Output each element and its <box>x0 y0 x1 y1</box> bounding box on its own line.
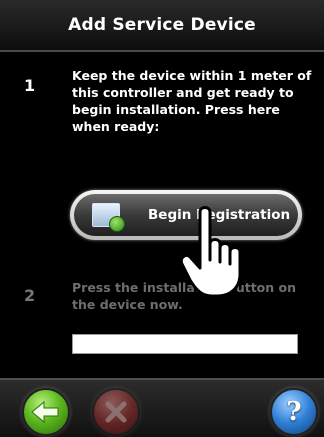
footer-bar: ? <box>0 378 324 437</box>
page-title: Add Service Device <box>68 15 256 35</box>
step-1-instructions: Keep the device within 1 meter of this c… <box>72 68 312 134</box>
question-mark-icon: ? <box>286 397 302 427</box>
back-arrow-icon <box>31 400 59 424</box>
back-button[interactable] <box>22 388 70 436</box>
title-bar: Add Service Device <box>0 0 324 52</box>
add-service-device-screen: Add Service Device 1 Keep the device wit… <box>0 0 324 437</box>
close-icon <box>105 401 127 423</box>
registration-status-field[interactable] <box>72 334 298 354</box>
step-2-number: 2 <box>24 286 36 305</box>
hand-pointer-icon <box>179 206 242 298</box>
step-1-number: 1 <box>24 76 36 95</box>
device-add-icon <box>92 203 125 232</box>
help-button[interactable]: ? <box>270 388 318 436</box>
cancel-button[interactable] <box>92 388 140 436</box>
